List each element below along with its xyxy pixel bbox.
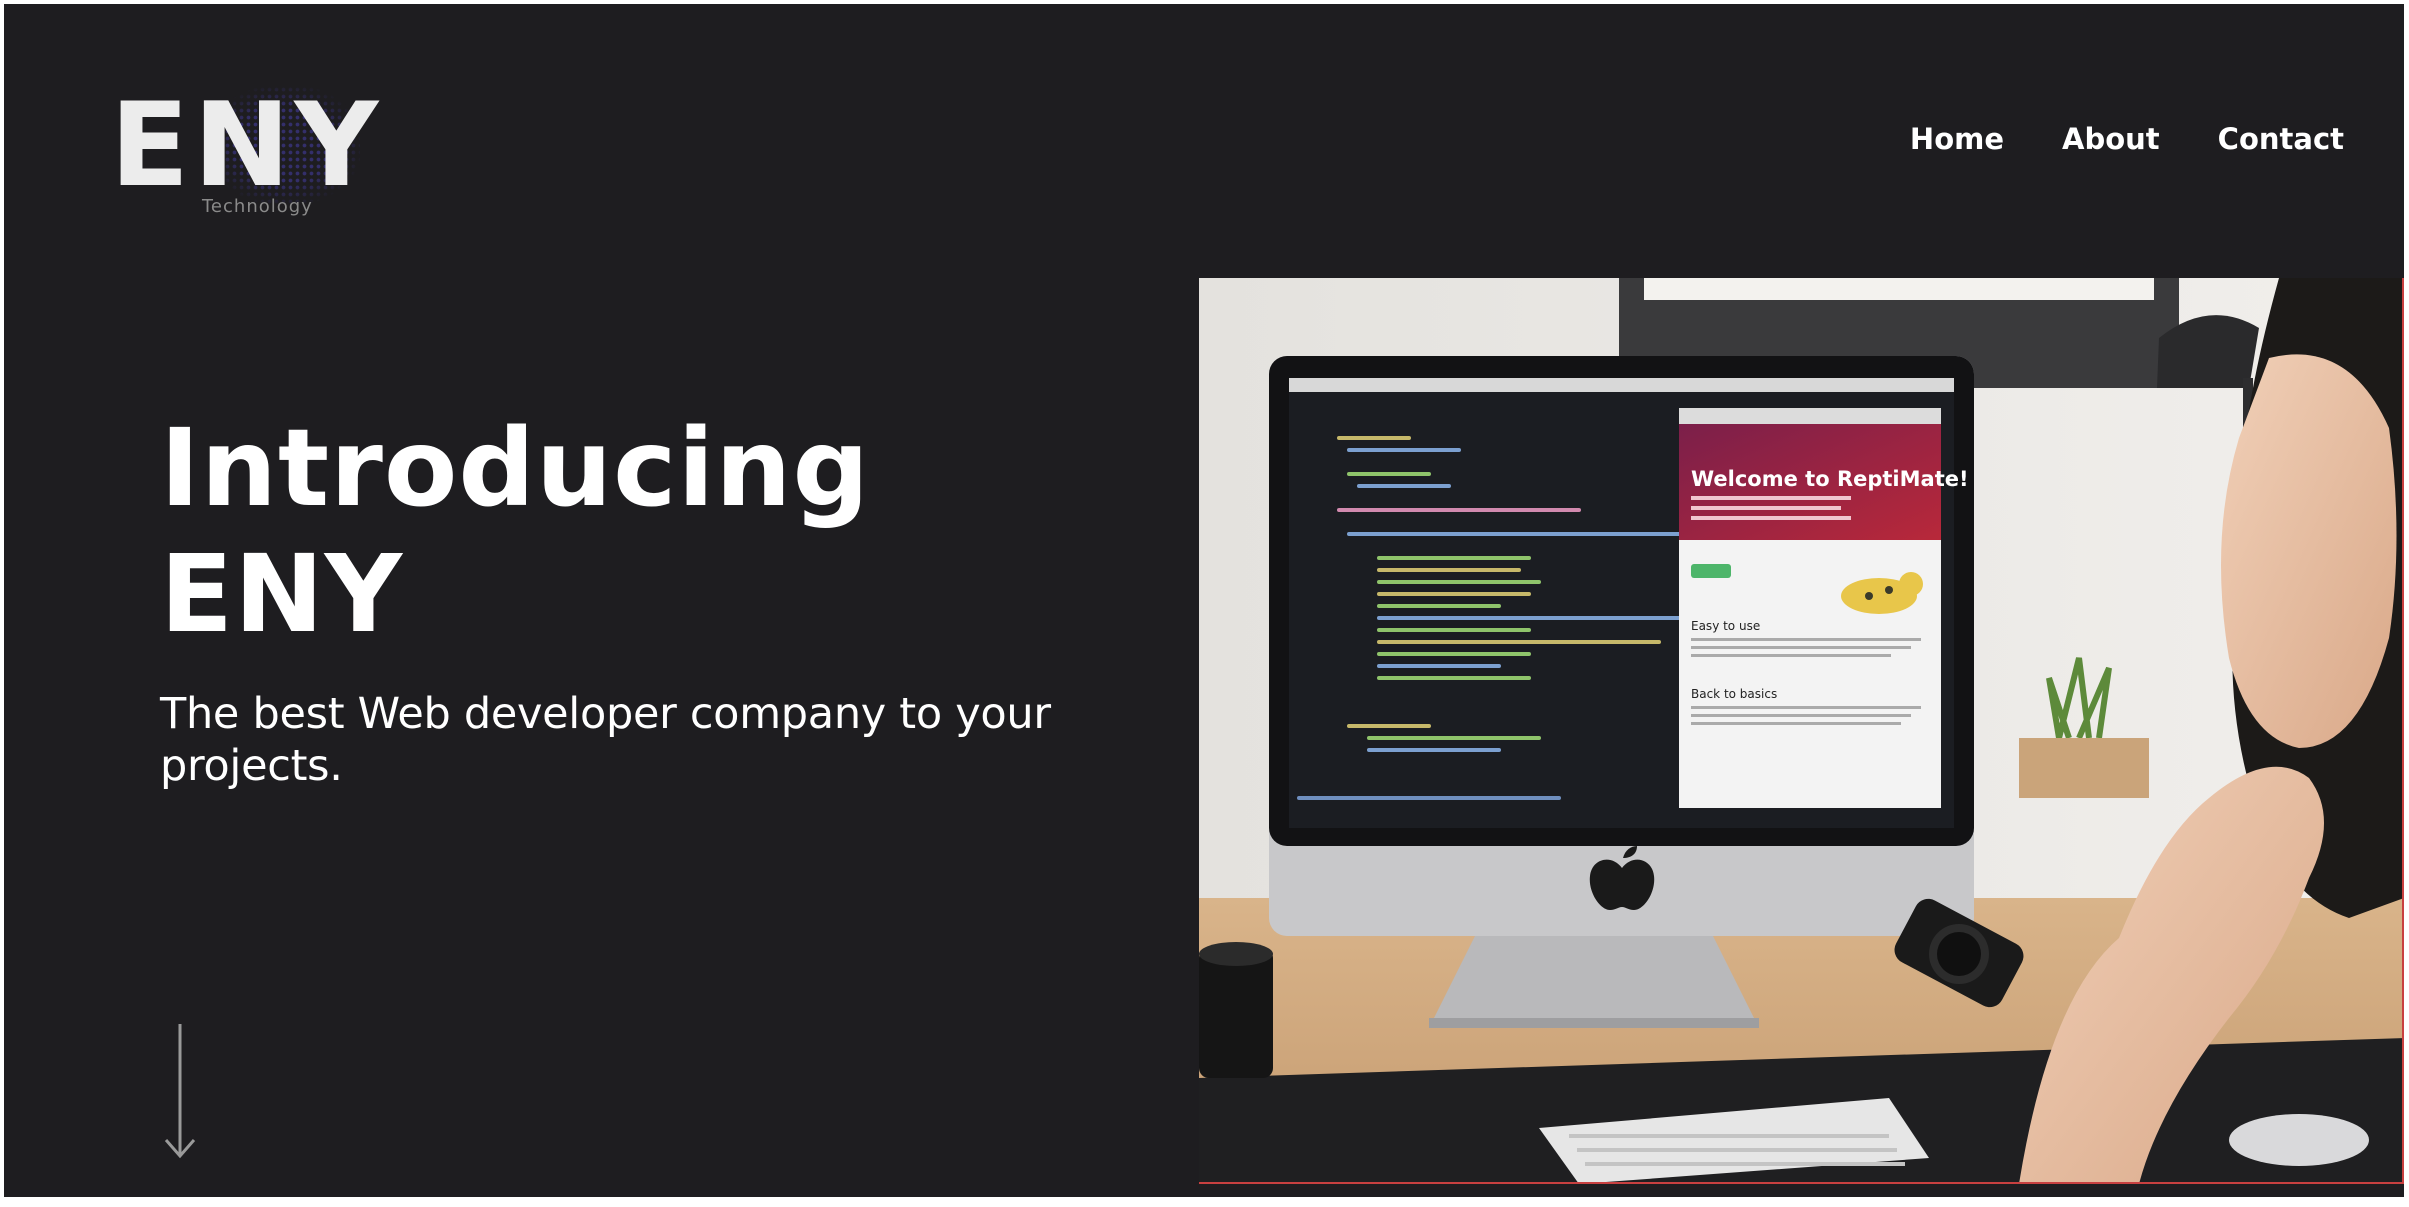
hero-title-line-2: ENY — [160, 533, 404, 657]
nav-contact-link[interactable]: Contact — [2218, 122, 2344, 156]
arrow-down-icon[interactable] — [164, 1022, 196, 1160]
landing-page: ENY Technology Home About Contact Introd… — [4, 4, 2404, 1197]
logo-wordmark: ENY — [110, 78, 383, 213]
nav-about-link[interactable]: About — [2062, 122, 2160, 156]
hero-subtitle: The best Web developer company to your p… — [160, 689, 1051, 791]
hero-photo: Welcome to ReptiMate! Easy to use Back t… — [1199, 278, 2404, 1184]
hero-title: Introducing ENY — [160, 406, 870, 658]
brand-logo[interactable]: ENY Technology — [110, 78, 420, 217]
screen-site-heading: Welcome to ReptiMate! — [1691, 467, 1969, 491]
nav-home-link[interactable]: Home — [1910, 122, 2004, 156]
logo-tagline: Technology — [202, 196, 313, 217]
main-nav: Home About Contact — [1910, 122, 2344, 156]
hero-title-line-1: Introducing — [160, 407, 871, 531]
screen-site-section-1: Easy to use — [1691, 619, 1760, 633]
screen-site-section-2: Back to basics — [1691, 687, 1777, 701]
